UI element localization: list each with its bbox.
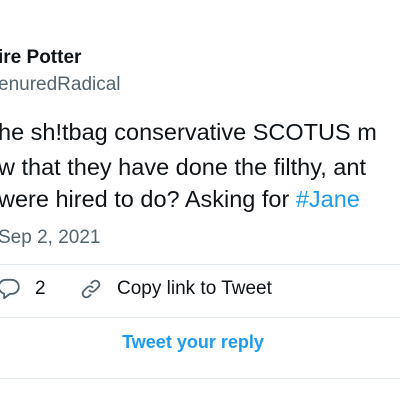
tweet-text-line-2: w that they have done the filthy, ant bbox=[0, 154, 366, 180]
tweet-text-line-1: he sh!tbag conservative SCOTUS m bbox=[0, 119, 377, 145]
tweet-your-reply-button[interactable]: Tweet your reply bbox=[0, 322, 400, 362]
tweet-text-line-3-text: were hired to do? Asking for bbox=[0, 186, 296, 212]
divider bbox=[0, 378, 400, 379]
reply-count: 2 bbox=[35, 278, 46, 299]
author-handle[interactable]: enuredRadical bbox=[0, 74, 121, 96]
reply-button-label: Tweet your reply bbox=[122, 331, 264, 352]
link-icon bbox=[78, 276, 104, 302]
reply-action[interactable]: 2 bbox=[0, 276, 46, 302]
divider bbox=[0, 317, 400, 318]
copy-link-action[interactable]: Copy link to Tweet bbox=[78, 276, 272, 302]
tweet-text-line-3: were hired to do? Asking for #Jane bbox=[0, 186, 360, 212]
speech-bubble-icon bbox=[0, 276, 22, 302]
copy-link-label: Copy link to Tweet bbox=[117, 278, 272, 299]
author-name[interactable]: ire Potter bbox=[0, 47, 81, 69]
tweet-date[interactable]: Sep 2, 2021 bbox=[0, 227, 100, 249]
divider bbox=[0, 264, 400, 265]
hashtag-link[interactable]: #Jane bbox=[296, 186, 360, 212]
